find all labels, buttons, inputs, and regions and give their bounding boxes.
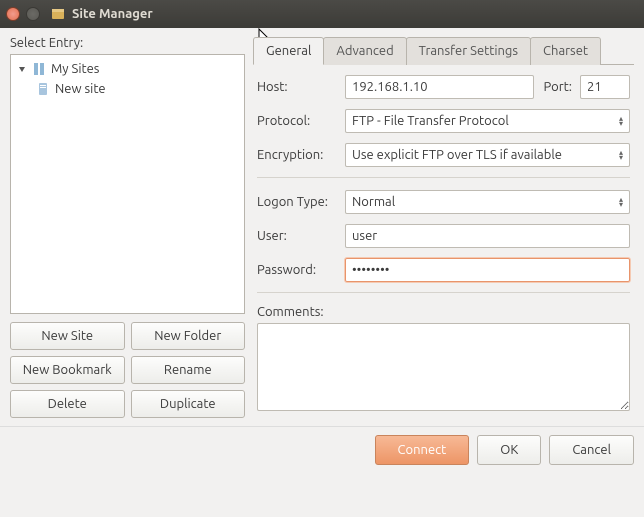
comments-label: Comments: bbox=[257, 305, 630, 319]
close-window-button[interactable] bbox=[6, 7, 20, 21]
port-label: Port: bbox=[540, 80, 574, 94]
tab-bar: General Advanced Transfer Settings Chars… bbox=[253, 36, 634, 65]
dialog-footer: Connect OK Cancel bbox=[0, 426, 644, 475]
cancel-button[interactable]: Cancel bbox=[549, 435, 634, 465]
tree-root-label: My Sites bbox=[51, 62, 99, 76]
tab-advanced[interactable]: Advanced bbox=[323, 37, 406, 65]
password-label: Password: bbox=[257, 263, 339, 277]
host-input[interactable] bbox=[345, 75, 534, 99]
user-input[interactable] bbox=[345, 224, 630, 248]
window-controls bbox=[6, 7, 40, 21]
tab-general[interactable]: General bbox=[253, 37, 324, 65]
updown-icon: ▴▾ bbox=[619, 197, 623, 207]
protocol-label: Protocol: bbox=[257, 114, 339, 128]
duplicate-button[interactable]: Duplicate bbox=[131, 390, 246, 418]
connect-button[interactable]: Connect bbox=[375, 435, 470, 465]
new-folder-button[interactable]: New Folder bbox=[131, 322, 246, 350]
logon-type-label: Logon Type: bbox=[257, 195, 339, 209]
site-actions: New Site New Folder New Bookmark Rename … bbox=[10, 322, 245, 418]
updown-icon: ▴▾ bbox=[619, 116, 623, 126]
password-input[interactable] bbox=[345, 258, 630, 282]
protocol-select[interactable]: FTP - File Transfer Protocol ▴▾ bbox=[345, 109, 630, 133]
site-tree[interactable]: My Sites New site bbox=[10, 54, 245, 314]
divider bbox=[257, 177, 630, 178]
tree-item-label: New site bbox=[55, 82, 106, 96]
titlebar: Site Manager bbox=[0, 0, 644, 28]
logon-type-select[interactable]: Normal ▴▾ bbox=[345, 190, 630, 214]
minimize-window-button[interactable] bbox=[26, 7, 40, 21]
encryption-label: Encryption: bbox=[257, 148, 339, 162]
user-label: User: bbox=[257, 229, 339, 243]
app-icon bbox=[50, 6, 66, 22]
folder-sites-icon bbox=[31, 61, 47, 77]
logon-type-value: Normal bbox=[352, 195, 395, 209]
tab-charset[interactable]: Charset bbox=[530, 37, 601, 65]
encryption-value: Use explicit FTP over TLS if available bbox=[352, 148, 562, 162]
divider bbox=[257, 292, 630, 293]
tree-root-row[interactable]: My Sites bbox=[13, 59, 242, 79]
tab-content-general: Host: Port: Protocol: FTP - File Transfe… bbox=[253, 65, 634, 418]
server-icon bbox=[35, 81, 51, 97]
expand-arrow-icon[interactable] bbox=[17, 64, 27, 74]
host-label: Host: bbox=[257, 80, 339, 94]
tree-item-row[interactable]: New site bbox=[13, 79, 242, 99]
window-title: Site Manager bbox=[72, 7, 153, 21]
select-entry-label: Select Entry: bbox=[10, 36, 245, 50]
encryption-select[interactable]: Use explicit FTP over TLS if available ▴… bbox=[345, 143, 630, 167]
protocol-value: FTP - File Transfer Protocol bbox=[352, 114, 509, 128]
ok-button[interactable]: OK bbox=[477, 435, 541, 465]
left-panel: Select Entry: My Sites New site New Site… bbox=[10, 36, 245, 418]
comments-textarea[interactable] bbox=[257, 323, 630, 411]
new-site-button[interactable]: New Site bbox=[10, 322, 125, 350]
updown-icon: ▴▾ bbox=[619, 150, 623, 160]
tab-transfer-settings[interactable]: Transfer Settings bbox=[406, 37, 531, 65]
delete-button[interactable]: Delete bbox=[10, 390, 125, 418]
port-input[interactable] bbox=[580, 75, 630, 99]
right-panel: General Advanced Transfer Settings Chars… bbox=[253, 36, 634, 418]
new-bookmark-button[interactable]: New Bookmark bbox=[10, 356, 125, 384]
rename-button[interactable]: Rename bbox=[131, 356, 246, 384]
